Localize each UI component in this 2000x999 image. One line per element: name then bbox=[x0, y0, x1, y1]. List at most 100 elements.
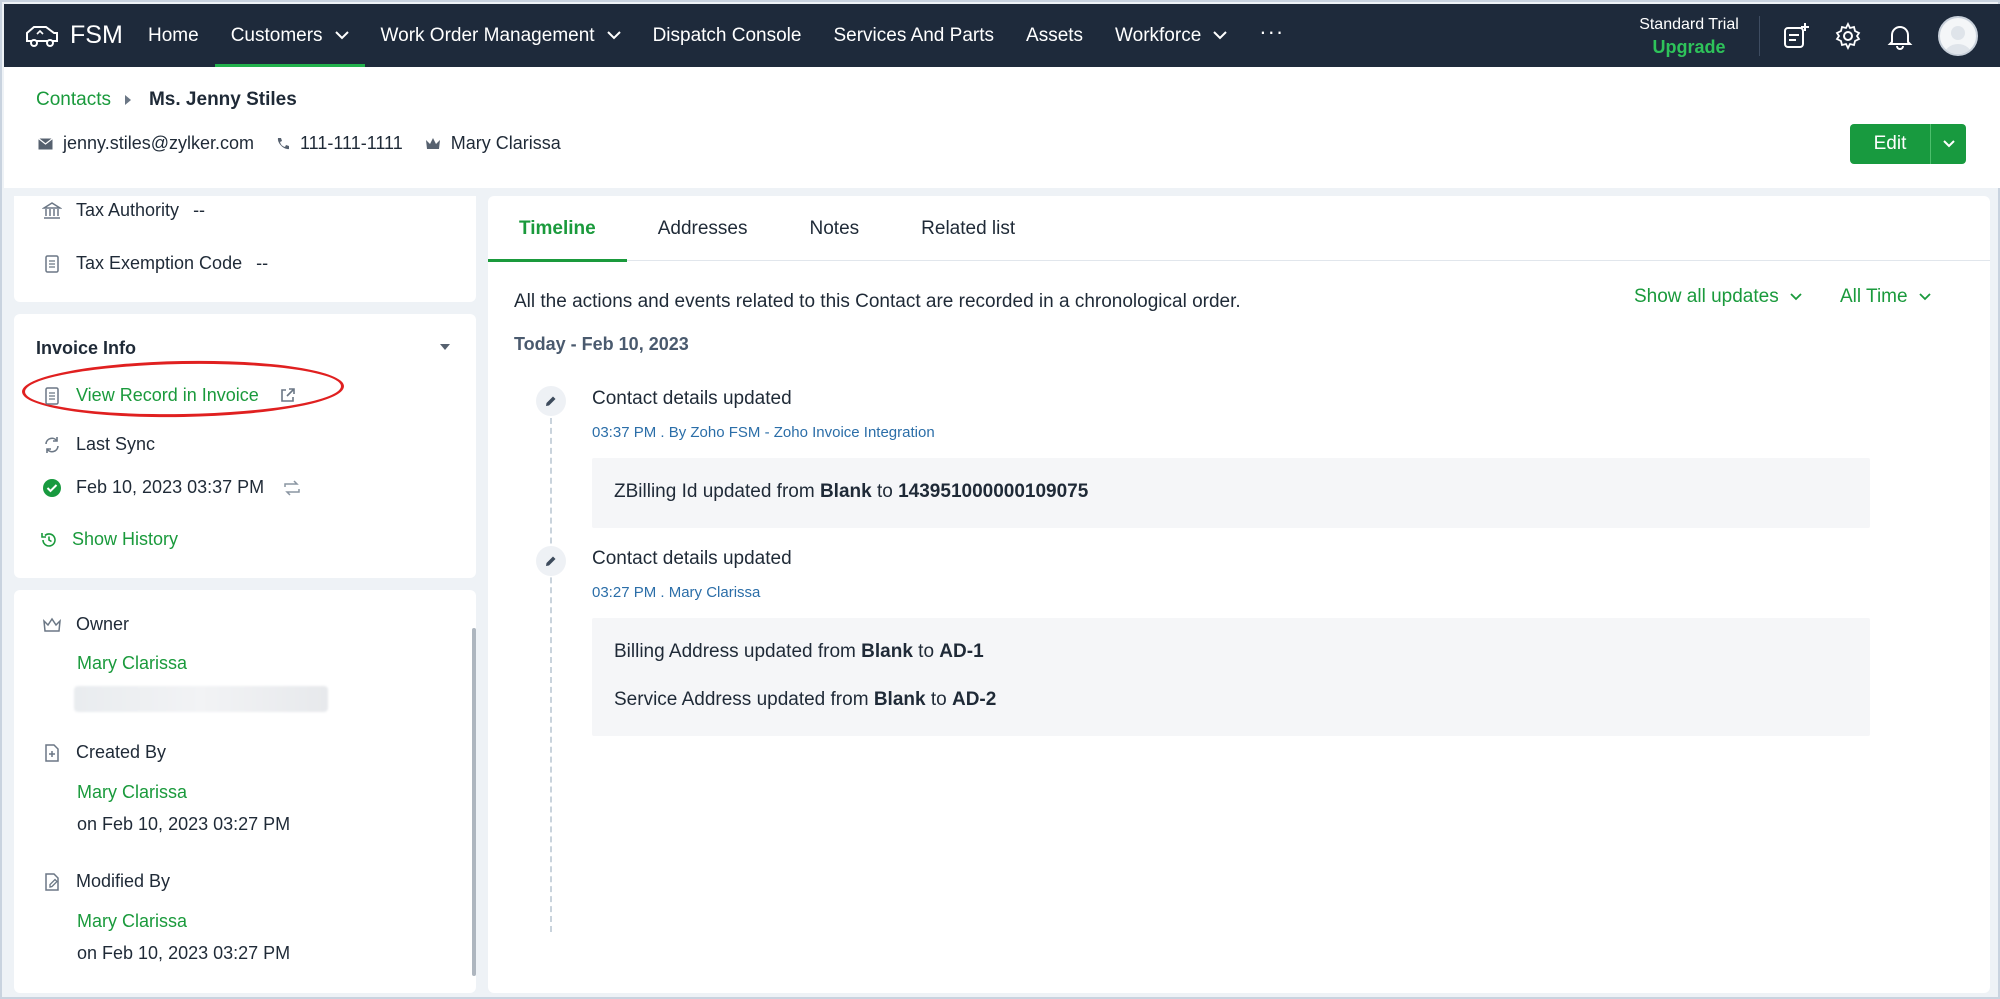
last-sync-label: Last Sync bbox=[76, 434, 156, 454]
last-sync-value-row: Feb 10, 2023 03:37 PM bbox=[42, 477, 316, 498]
nav-services-and-parts[interactable]: Services And Parts bbox=[817, 4, 1010, 67]
quick-create-icon[interactable] bbox=[1782, 22, 1810, 50]
owner-item: Mary Clarissa bbox=[425, 133, 561, 154]
created-on-value: on Feb 10, 2023 03:27 PM bbox=[77, 814, 291, 834]
chevron-down-icon bbox=[606, 31, 621, 40]
owner-label: Owner bbox=[76, 614, 130, 634]
created-by-value[interactable]: Mary Clarissa bbox=[77, 782, 187, 803]
left-scrollbar[interactable] bbox=[472, 628, 476, 976]
tax-exemption-value: -- bbox=[256, 253, 269, 273]
tab-notes[interactable]: Notes bbox=[779, 196, 891, 261]
trial-status[interactable]: Standard Trial Upgrade bbox=[1634, 14, 1744, 58]
chevron-down-icon bbox=[1918, 292, 1931, 300]
event-title: Contact details updated bbox=[592, 548, 792, 569]
more-icon: ··· bbox=[1259, 18, 1285, 44]
crown-icon bbox=[43, 617, 61, 632]
show-history-row[interactable]: Show History bbox=[40, 529, 178, 550]
view-record-row: View Record in Invoice bbox=[42, 385, 310, 406]
breadcrumb-contacts[interactable]: Contacts bbox=[36, 89, 111, 111]
mail-icon bbox=[38, 137, 53, 149]
top-nav: FSM Home Customers Work Order Management… bbox=[4, 4, 2000, 67]
modified-by-value[interactable]: Mary Clarissa bbox=[77, 911, 187, 932]
external-link-icon[interactable] bbox=[279, 387, 296, 404]
last-sync-value: Feb 10, 2023 03:37 PM bbox=[76, 477, 265, 497]
show-history-link[interactable]: Show History bbox=[72, 529, 178, 550]
nav-dispatch-console[interactable]: Dispatch Console bbox=[637, 4, 818, 67]
change-mid: to bbox=[912, 641, 940, 662]
blurred-owner-detail bbox=[74, 686, 328, 712]
nav-customers[interactable]: Customers bbox=[214, 4, 365, 67]
brand[interactable]: FSM bbox=[24, 21, 132, 50]
last-sync-row: Last Sync bbox=[42, 434, 155, 455]
tab-timeline-label: Timeline bbox=[519, 217, 596, 239]
bell-icon[interactable] bbox=[1886, 22, 1914, 50]
view-record-in-invoice-link[interactable]: View Record in Invoice bbox=[76, 385, 259, 406]
document-icon bbox=[45, 254, 59, 273]
nav-home-label: Home bbox=[148, 24, 199, 46]
chevron-down-icon bbox=[1213, 31, 1227, 40]
trial-label: Standard Trial bbox=[1639, 16, 1739, 33]
modified-by-label: Modified By bbox=[76, 871, 171, 891]
nav-assets[interactable]: Assets bbox=[1010, 4, 1099, 67]
tab-addresses[interactable]: Addresses bbox=[627, 196, 779, 261]
chevron-down-icon bbox=[1942, 139, 1955, 147]
check-circle-icon bbox=[43, 478, 61, 497]
history-icon bbox=[41, 532, 56, 547]
change-from: Blank bbox=[819, 481, 872, 502]
edit-button-group: Edit bbox=[1850, 124, 1966, 164]
gear-icon[interactable] bbox=[1834, 22, 1862, 50]
timeline-date-group: Today - Feb 10, 2023 bbox=[514, 334, 689, 354]
edit-dropdown-button[interactable] bbox=[1930, 124, 1966, 164]
crown-icon bbox=[425, 138, 440, 149]
avatar[interactable] bbox=[1938, 16, 1978, 56]
edit-button[interactable]: Edit bbox=[1850, 124, 1930, 164]
upgrade-link[interactable]: Upgrade bbox=[1634, 36, 1744, 58]
nav-services-label: Services And Parts bbox=[833, 24, 995, 46]
modified-on-value: on Feb 10, 2023 03:27 PM bbox=[77, 943, 291, 963]
document-icon bbox=[45, 386, 59, 405]
phone-icon bbox=[277, 137, 289, 149]
nav-workforce[interactable]: Workforce bbox=[1099, 4, 1243, 67]
tab-timeline[interactable]: Timeline bbox=[488, 196, 627, 262]
phone-item: 111-111-1111 bbox=[276, 133, 403, 154]
collapse-caret-icon[interactable] bbox=[440, 344, 450, 350]
tax-authority-label: Tax Authority bbox=[76, 200, 180, 220]
change-mid: to bbox=[925, 689, 952, 710]
tax-authority-value: -- bbox=[193, 200, 206, 220]
event-title: Contact details updated bbox=[592, 388, 792, 409]
tab-addresses-label: Addresses bbox=[657, 217, 748, 239]
modified-by-row: Modified By bbox=[42, 871, 170, 892]
file-edit-icon bbox=[45, 872, 59, 891]
change-prefix: ZBilling Id updated from bbox=[614, 481, 820, 502]
resync-icon[interactable] bbox=[282, 479, 302, 496]
change-from: Blank bbox=[861, 641, 913, 662]
owner-row: Owner bbox=[42, 614, 129, 635]
tax-exemption-label: Tax Exemption Code bbox=[76, 253, 243, 273]
tax-card: Tax Authority -- Tax Exemption Code -- bbox=[14, 196, 476, 302]
chevron-down-icon bbox=[1790, 292, 1802, 300]
nav-work-order-management[interactable]: Work Order Management bbox=[365, 4, 637, 67]
change-prefix: Service Address updated from bbox=[614, 689, 874, 710]
page-title: Ms. Jenny Stiles bbox=[148, 89, 297, 110]
contact-meta: jenny.stiles@zylker.com 111-111-1111 Mar… bbox=[38, 133, 583, 154]
created-by-row: Created By bbox=[42, 742, 166, 763]
email-item: jenny.stiles@zylker.com bbox=[38, 133, 254, 154]
event-change-line: Billing Address updated from Blank to AD… bbox=[614, 641, 984, 663]
nav-home[interactable]: Home bbox=[132, 4, 215, 67]
tab-related-list[interactable]: Related list bbox=[890, 196, 1046, 261]
show-all-updates-dropdown[interactable]: Show all updates bbox=[1634, 286, 1803, 308]
pencil-icon bbox=[546, 396, 556, 406]
change-from: Blank bbox=[873, 689, 926, 710]
nav-divider bbox=[1759, 16, 1760, 56]
nav-dispatch-label: Dispatch Console bbox=[652, 24, 802, 46]
tab-bar: Timeline Addresses Notes Related list bbox=[488, 196, 1990, 262]
all-time-label: All Time bbox=[1840, 286, 1908, 307]
pencil-icon bbox=[546, 556, 556, 566]
tax-authority-row: Tax Authority -- bbox=[42, 200, 205, 221]
all-time-dropdown[interactable]: All Time bbox=[1840, 286, 1932, 308]
owner-value[interactable]: Mary Clarissa bbox=[77, 653, 187, 674]
contact-email[interactable]: jenny.stiles@zylker.com bbox=[63, 133, 254, 154]
nav-more-button[interactable]: ··· bbox=[1243, 4, 1300, 67]
nav-workforce-label: Workforce bbox=[1115, 24, 1202, 46]
contact-phone[interactable]: 111-111-1111 bbox=[300, 133, 403, 154]
